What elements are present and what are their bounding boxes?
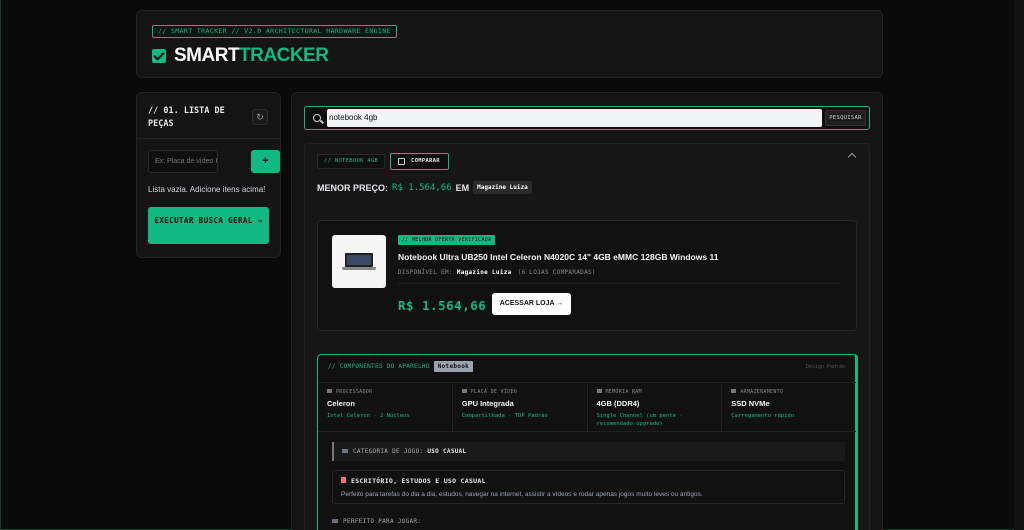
divider	[398, 283, 840, 284]
stores-compared: (6 LOJAS COMPARADAS)	[517, 269, 596, 276]
spec-sub: Intel Celeron · 2 Núcleos	[327, 413, 410, 419]
part-input[interactable]: Ex: Placa de vídeo RX 66C	[148, 150, 218, 173]
brand-name-part2: TRACKER	[239, 45, 329, 66]
spec-sub: Single Channel (um pente · recomendado u…	[596, 413, 683, 427]
usage-title-text: ESCRITÓRIO, ESTUDOS E USO CASUAL	[351, 477, 486, 485]
play-label-text: PERFEITO PARA JOGAR:	[343, 518, 422, 525]
device-type-chip: Notebook	[433, 361, 474, 372]
usage-title: ESCRITÓRIO, ESTUDOS E USO CASUAL	[341, 477, 836, 485]
spec-sub: Compartilhada · TDP Padrão	[461, 413, 548, 419]
chevron-up-icon[interactable]	[847, 152, 857, 162]
spec-label-text: PLACA DE VÍDEO	[470, 389, 518, 395]
spec-label-text: ARMAZENAMENTO	[740, 389, 784, 395]
product-title: Notebook Ultra UB250 Intel Celeron N4020…	[398, 252, 719, 262]
spec-label-text: PROCESSADOR	[336, 389, 373, 395]
spec-value: Celeron	[327, 399, 355, 408]
divider	[137, 138, 280, 139]
laptop-base	[342, 267, 376, 270]
run-search-button[interactable]: EXECUTAR BUSCA GERAL →	[148, 207, 269, 244]
page-scrollbar[interactable]	[1014, 0, 1024, 530]
app-header	[136, 10, 883, 78]
spec-label: PLACA DE VÍDEO	[461, 389, 578, 395]
gamepad-icon	[332, 519, 338, 523]
query-tag: // NOTEBOOK 4GB	[317, 154, 386, 169]
checkbox-icon	[398, 158, 405, 165]
refresh-icon[interactable]: ↻	[252, 109, 268, 125]
spec-gpu: PLACA DE VÍDEO GPU Integrada Compartilha…	[453, 383, 588, 431]
min-price-row: MENOR PREÇO: R$ 1.564,66 EM Magazine Lui…	[317, 181, 532, 194]
min-price-value: R$ 1.564,66	[392, 182, 452, 193]
compare-label: COMPARAR	[411, 158, 440, 164]
play-label: PERFEITO PARA JOGAR:	[332, 518, 421, 525]
parts-list-title: // 01. LISTA DE PEÇAS	[148, 106, 225, 129]
brand-name-part1: SMART	[174, 45, 240, 66]
spec-value: SSD NVMe	[731, 399, 770, 408]
results-panel: notebook 4gb PESQUISAR // NOTEBOOK 4GB C…	[291, 92, 883, 530]
spec-value: 4GB (DDR4)	[596, 399, 640, 408]
game-category-label: CATEGORIA DE JOGO:	[353, 448, 424, 455]
search-bar: notebook 4gb PESQUISAR	[304, 106, 870, 130]
document-icon	[341, 477, 346, 483]
search-input[interactable]: notebook 4gb	[327, 109, 822, 127]
parts-list-panel: // 01. LISTA DE PEÇAS ↻ Ex: Placa de víd…	[136, 92, 281, 258]
game-category-value: USO CASUAL	[427, 448, 467, 455]
checkbox-logo-icon	[152, 49, 166, 63]
components-header: // COMPONENTES DO APARELHO Notebook	[328, 361, 474, 372]
game-category: CATEGORIA DE JOGO: USO CASUAL	[332, 442, 845, 461]
spec-cpu: PROCESSADOR Celeron Intel Celeron · 2 Nú…	[318, 383, 453, 431]
spec-label: ARMAZENAMENTO	[731, 389, 847, 395]
spec-ram: MEMÓRIA RAM 4GB (DDR4) Single Channel (u…	[588, 383, 723, 431]
result-card: // NOTEBOOK 4GB COMPARAR MENOR PREÇO: R$…	[304, 143, 870, 530]
brand-name: SMARTTRACKER	[174, 45, 329, 67]
min-price-store: Magazine Luiza	[473, 181, 532, 194]
spec-grid: PROCESSADOR Celeron Intel Celeron · 2 Nú…	[318, 382, 856, 432]
verified-badge: // MELHOR OFERTA VERIFICADA	[398, 235, 496, 245]
storage-icon	[731, 389, 737, 393]
offer-price: R$ 1.564,66	[398, 298, 487, 313]
search-button[interactable]: PESQUISAR	[825, 110, 866, 126]
spec-label: MEMÓRIA RAM	[596, 389, 713, 395]
components-title: // COMPONENTES DO APARELHO	[328, 363, 430, 370]
spec-sub: Carregamento rápido	[731, 413, 795, 419]
cpu-icon	[327, 389, 332, 393]
visit-store-button[interactable]: ACESSAR LOJA →	[492, 293, 571, 315]
brand-logo: SMARTTRACKER	[152, 45, 329, 67]
components-panel: // COMPONENTES DO APARELHO Notebook Desig…	[317, 354, 858, 530]
add-part-button[interactable]: +	[251, 150, 280, 173]
spec-label: PROCESSADOR	[327, 389, 443, 395]
usage-profile: ESCRITÓRIO, ESTUDOS E USO CASUAL Perfeit…	[332, 470, 845, 504]
gpu-icon	[461, 389, 467, 393]
spec-storage: ARMAZENAMENTO SSD NVMe Carregamento rápi…	[722, 383, 856, 431]
min-price-label: MENOR PREÇO:	[317, 182, 389, 193]
spec-value: GPU Integrada	[461, 399, 514, 408]
usage-description: Perfeito para tarefas do dia a dia, estu…	[341, 491, 703, 498]
tagline: // SMART TRACKER // V2.0 ARCHITECTURAL H…	[152, 25, 397, 38]
compare-button[interactable]: COMPARAR	[390, 153, 449, 170]
ram-icon	[596, 389, 602, 393]
standard-design-label: Design Padrão	[805, 364, 845, 370]
laptop-icon	[345, 253, 373, 267]
empty-list-text: Lista vazia. Adicione itens acima!	[148, 185, 266, 194]
availability: DISPONÍVEL EM: Magazine Luiza (6 LOJAS COM…	[398, 269, 596, 276]
gamepad-icon	[342, 449, 348, 453]
min-price-em: EM	[455, 182, 470, 193]
available-label: DISPONÍVEL EM:	[398, 269, 453, 276]
offer-store: Magazine Luiza	[456, 269, 512, 276]
search-icon	[313, 114, 321, 122]
product-image	[332, 235, 386, 288]
best-offer: // MELHOR OFERTA VERIFICADA Notebook Ult…	[317, 220, 857, 331]
spec-label-text: MEMÓRIA RAM	[605, 389, 642, 395]
